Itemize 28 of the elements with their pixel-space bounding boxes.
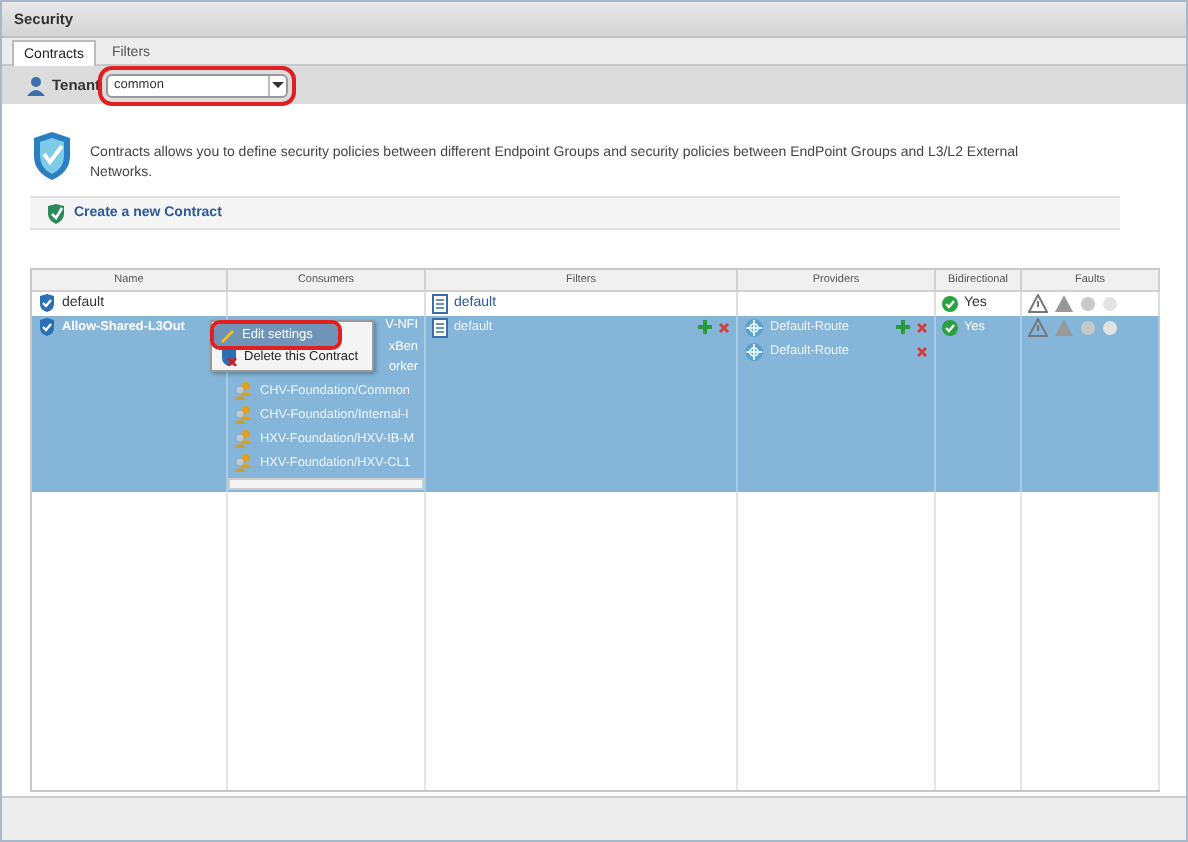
document-icon: [432, 317, 448, 337]
plus-icon: [698, 320, 712, 334]
document-icon: [432, 293, 448, 313]
people-icon: [234, 452, 254, 473]
scrollbar[interactable]: [228, 477, 424, 490]
pencil-icon: [220, 326, 236, 344]
network-icon: [744, 317, 764, 337]
circle-icon: [1102, 319, 1118, 335]
check-icon: [942, 319, 958, 335]
circle-icon: [1080, 319, 1096, 335]
circle-icon: [1102, 295, 1118, 311]
shield-icon: [30, 132, 74, 180]
shield-icon: [38, 318, 56, 336]
delete-shield-icon: [220, 348, 238, 366]
user-icon: [26, 75, 46, 95]
remove-icon: [718, 321, 730, 333]
plus-icon: [896, 320, 910, 334]
people-icon: [234, 428, 254, 449]
circle-icon: [1080, 295, 1096, 311]
remove-icon: [916, 345, 928, 357]
people-icon: [234, 404, 254, 425]
caret-icon: [272, 82, 285, 88]
check-icon: [942, 295, 958, 311]
remove-icon: [916, 321, 928, 333]
network-icon: [744, 341, 764, 361]
shield-check-icon: [46, 203, 66, 223]
shield-icon: [38, 294, 56, 312]
people-icon: [234, 380, 254, 401]
